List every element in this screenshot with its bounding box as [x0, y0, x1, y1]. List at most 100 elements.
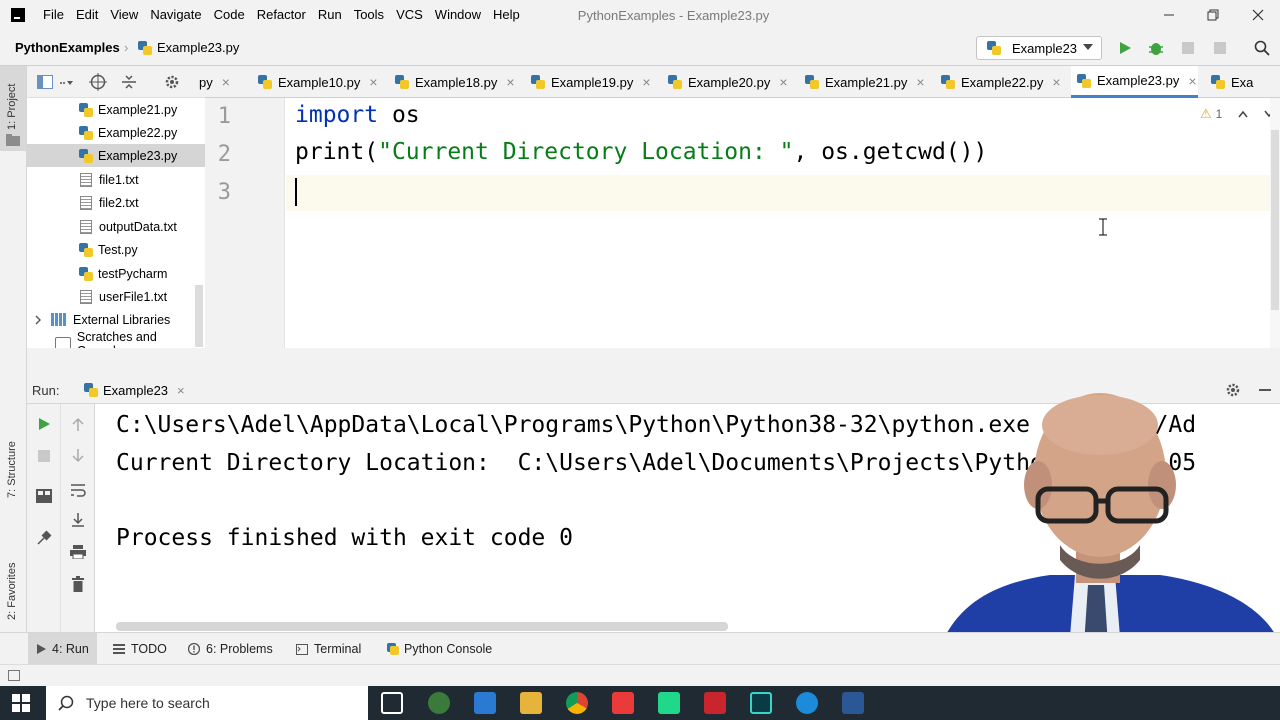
close-icon[interactable]: ×	[177, 383, 185, 398]
tree-item[interactable]: Example22.py	[27, 121, 205, 144]
close-icon[interactable]: ×	[779, 74, 787, 90]
more-dropdown-icon[interactable]	[59, 79, 73, 87]
run-tab[interactable]: Example23 ×	[80, 376, 189, 404]
breadcrumb-project[interactable]: PythonExamples	[15, 40, 120, 55]
scroll-down-button[interactable]	[68, 446, 88, 466]
project-tool-tab[interactable]: 1: Project	[6, 84, 18, 130]
tool-tab-problems[interactable]: 6: Problems	[188, 633, 273, 665]
menu-window[interactable]: Window	[429, 0, 487, 30]
menu-edit[interactable]: Edit	[70, 0, 104, 30]
menu-run[interactable]: Run	[312, 0, 348, 30]
edge-browser-icon[interactable]	[796, 692, 818, 714]
gear-icon[interactable]	[164, 74, 180, 90]
tool-tab-todo[interactable]: TODO	[113, 633, 167, 665]
code-editor[interactable]	[286, 98, 1270, 348]
minimize-button[interactable]	[1146, 0, 1192, 30]
close-icon[interactable]: ×	[506, 74, 514, 90]
editor-tab[interactable]: Example19.py ×	[525, 66, 651, 98]
stop-button[interactable]	[1210, 38, 1230, 58]
editor-tab[interactable]: Example18.py ×	[389, 66, 515, 98]
editor-tab[interactable]: Example22.py ×	[935, 66, 1061, 98]
debug-button[interactable]	[1146, 38, 1166, 58]
tool-tab-python-console[interactable]: Python Console	[387, 633, 492, 665]
chevron-right-icon[interactable]	[33, 315, 43, 325]
task-view-icon[interactable]	[381, 692, 403, 714]
close-window-button[interactable]	[1235, 0, 1280, 30]
tree-item[interactable]: userFile1.txt	[27, 285, 205, 308]
panel-splitter[interactable]	[27, 348, 1280, 376]
tree-item-scratches[interactable]: Scratches and Console	[27, 330, 205, 348]
menu-vcs[interactable]: VCS	[390, 0, 429, 30]
menu-code[interactable]: Code	[208, 0, 251, 30]
stop-run-button[interactable]	[34, 446, 54, 466]
chrome-browser-icon[interactable]	[566, 692, 588, 714]
taskbar-search[interactable]: Type here to search	[46, 686, 368, 720]
close-icon[interactable]: ×	[1052, 74, 1060, 90]
tree-item-selected[interactable]: Example23.py	[27, 144, 205, 167]
tree-item[interactable]: outputData.txt	[27, 215, 205, 238]
close-icon[interactable]: ×	[916, 74, 924, 90]
editor-tab[interactable]: Example21.py ×	[799, 66, 925, 98]
structure-tool-tab[interactable]: 7: Structure	[6, 441, 18, 498]
search-everywhere-button[interactable]	[1252, 38, 1272, 58]
print-button[interactable]	[68, 542, 88, 562]
editor-tab-partial[interactable]: Exa	[1205, 66, 1253, 98]
file-explorer-icon[interactable]	[520, 692, 542, 714]
audition-app-icon[interactable]	[750, 692, 772, 714]
menu-tools[interactable]: Tools	[348, 0, 390, 30]
tree-item[interactable]: file1.txt	[27, 168, 205, 191]
coverage-button[interactable]	[1178, 38, 1198, 58]
soft-wrap-button[interactable]	[68, 480, 88, 500]
tree-item[interactable]: testPycharm	[27, 262, 205, 285]
windows-start-icon[interactable]	[12, 694, 30, 712]
chevron-up-icon[interactable]	[1238, 110, 1248, 118]
console-horizontal-scrollbar[interactable]	[116, 622, 728, 631]
close-icon[interactable]: ×	[1188, 73, 1196, 89]
status-layout-icon[interactable]	[8, 670, 20, 681]
editor-tab-active[interactable]: Example23.py ×	[1071, 66, 1198, 98]
tree-item[interactable]: Example21.py	[27, 98, 205, 121]
editor-scrollbar-thumb[interactable]	[1271, 130, 1279, 310]
word-app-icon[interactable]	[842, 692, 864, 714]
breadcrumb-file[interactable]: Example23.py	[157, 40, 239, 55]
menu-navigate[interactable]: Navigate	[144, 0, 207, 30]
editor-tab[interactable]: Example10.py ×	[252, 66, 378, 98]
vivaldi-browser-icon[interactable]	[612, 692, 634, 714]
close-icon[interactable]: ×	[369, 74, 377, 90]
rerun-button[interactable]	[34, 414, 54, 434]
close-icon[interactable]: ×	[222, 74, 230, 90]
menu-view[interactable]: View	[104, 0, 144, 30]
menu-file[interactable]: File	[37, 0, 70, 30]
panel-layout-icon[interactable]	[37, 75, 53, 89]
run-configuration-select[interactable]: Example23	[976, 36, 1102, 60]
scroll-to-end-button[interactable]	[68, 510, 88, 530]
tool-tab-terminal[interactable]: Terminal	[296, 633, 361, 665]
locate-target-icon[interactable]	[89, 73, 107, 91]
tree-item[interactable]: Test.py	[27, 238, 205, 261]
scroll-up-button[interactable]	[68, 414, 88, 434]
acrobat-app-icon[interactable]	[704, 692, 726, 714]
layout-button[interactable]	[34, 486, 54, 506]
mail-app-icon[interactable]	[474, 692, 496, 714]
coverage-icon	[1182, 42, 1194, 54]
project-tree-scrollbar[interactable]	[195, 285, 203, 347]
run-button[interactable]	[1115, 38, 1135, 58]
editor-tab[interactable]: Example20.py ×	[662, 66, 788, 98]
tool-tab-run[interactable]: 4: Run	[28, 633, 97, 665]
inspection-widget[interactable]: ⚠ 1	[1200, 106, 1274, 122]
pin-tab-button[interactable]	[34, 528, 54, 548]
editor-tab-partial[interactable]: py ×	[193, 66, 230, 98]
menu-refactor[interactable]: Refactor	[251, 0, 312, 30]
clear-console-button[interactable]	[68, 574, 88, 594]
tree-item[interactable]: file2.txt	[27, 191, 205, 214]
tree-item-external-libraries[interactable]: External Libraries	[27, 308, 205, 331]
recorder-app-icon[interactable]	[428, 692, 450, 714]
collapse-all-icon[interactable]	[121, 74, 137, 90]
problems-icon	[188, 643, 200, 655]
favorites-tool-tab[interactable]: 2: Favorites	[6, 563, 18, 620]
close-icon[interactable]: ×	[642, 74, 650, 90]
restore-button[interactable]	[1190, 0, 1236, 30]
pycharm-app-icon[interactable]	[658, 692, 680, 714]
tool-tab-label: Terminal	[314, 642, 362, 656]
menu-help[interactable]: Help	[487, 0, 526, 30]
